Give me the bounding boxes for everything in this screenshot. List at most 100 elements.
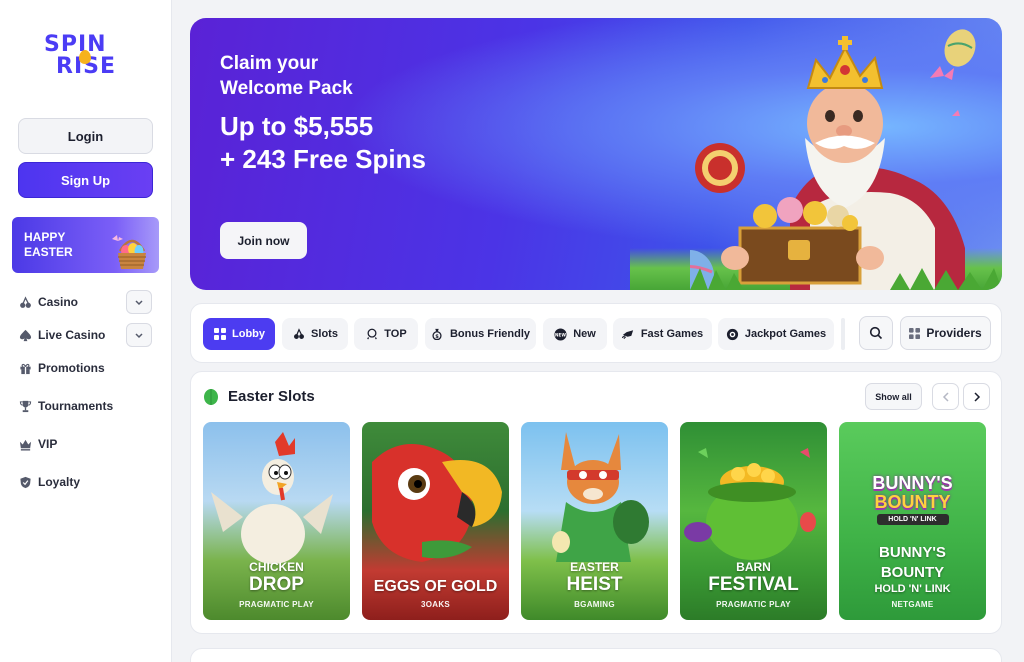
sidebar-item-casino[interactable]: Casino	[18, 291, 78, 313]
egg-icon	[79, 50, 91, 64]
tab-label: TOP	[384, 328, 407, 340]
search-icon	[869, 326, 883, 340]
cherries-icon	[18, 295, 32, 309]
game-title-top: EASTER	[570, 560, 619, 574]
live-casino-expand-button[interactable]	[126, 323, 152, 347]
chevron-down-icon	[135, 333, 143, 339]
crown-icon	[18, 437, 32, 451]
welcome-pack-hero[interactable]: Claim your Welcome Pack Up to $5,555 + 2…	[190, 18, 1002, 290]
tab-lobby[interactable]: Lobby	[203, 318, 275, 350]
spinrise-logo[interactable]: SPIN RISE	[44, 34, 128, 82]
chevron-right-icon	[973, 391, 980, 402]
sidebar-item-label: VIP	[38, 437, 58, 451]
easter-slots-section: Easter Slots Show all CHICKEN DROP PRAGM…	[190, 371, 1002, 634]
cherries-icon	[292, 328, 305, 341]
sidebar-item-tournaments[interactable]: Tournaments	[18, 395, 113, 417]
moneybag-icon: $	[431, 328, 444, 341]
game-provider: BGAMING	[574, 600, 615, 609]
tab-label: Lobby	[232, 328, 265, 340]
game-title-top: CHICKEN	[249, 560, 304, 574]
grid-icon	[909, 327, 921, 339]
chevron-down-icon	[135, 300, 143, 306]
tab-slots[interactable]: Slots	[282, 318, 348, 350]
game-title-top: BUNNY'S	[879, 544, 946, 561]
game-title: EGGS OF GOLD	[373, 578, 498, 595]
easter-basket-icon	[112, 235, 146, 269]
hero-claim-line2: Welcome Pack	[220, 78, 353, 99]
next-section-edge	[190, 648, 1002, 662]
tabs-overflow-edge	[841, 318, 845, 350]
happy-easter-banner[interactable]: HAPPY EASTER	[12, 217, 159, 273]
game-title: HEIST	[566, 574, 623, 595]
chevron-left-icon	[942, 391, 949, 402]
game-title: FESTIVAL	[708, 574, 799, 595]
login-button[interactable]: Login	[18, 118, 153, 154]
signup-button[interactable]: Sign Up	[18, 162, 153, 198]
show-all-button[interactable]: Show all	[865, 383, 922, 410]
providers-button[interactable]: Providers	[900, 316, 991, 350]
easter-banner-line2: EASTER	[24, 245, 73, 259]
sidebar-item-label: Loyalty	[38, 475, 81, 489]
sidebar-item-label: Tournaments	[38, 399, 114, 413]
tab-jackpot-games[interactable]: Jackpot Games	[718, 318, 834, 350]
king-mascot-illustration	[690, 29, 1002, 290]
new-badge-icon: NEW	[554, 327, 567, 341]
gift-icon	[18, 361, 32, 375]
section-title: Easter Slots	[228, 387, 315, 405]
hero-claim-line1: Claim your	[220, 53, 319, 74]
tab-new[interactable]: NEW New	[543, 318, 607, 350]
shield-icon	[18, 475, 32, 489]
easter-egg-icon	[204, 389, 218, 405]
game-provider: 3OAKS	[420, 600, 451, 609]
tab-label: Slots	[311, 328, 338, 340]
sidebar-item-live-casino[interactable]: Live Casino	[18, 324, 105, 346]
sidebar-item-vip[interactable]: VIP	[18, 433, 57, 455]
game-card-eggs-of-gold[interactable]: EGGS OF GOLD 3OAKS	[362, 422, 509, 620]
search-button[interactable]	[859, 316, 893, 350]
sidebar: SPIN RISE Login Sign Up HAPPY EASTER Cas…	[0, 0, 172, 662]
game-title-top: BARN	[736, 560, 771, 574]
game-card-chicken-drop[interactable]: CHICKEN DROP PRAGMATIC PLAY	[203, 422, 350, 620]
sidebar-item-label: Promotions	[38, 361, 105, 375]
tab-fast-games[interactable]: Fast Games	[613, 318, 712, 350]
next-button[interactable]	[963, 383, 990, 410]
game-card-barn-festival[interactable]: BARN FESTIVAL PRAGMATIC PLAY	[680, 422, 827, 620]
tab-bonus-friendly[interactable]: $ Bonus Friendly	[425, 318, 536, 350]
hero-claim-text: Claim your Welcome Pack	[220, 51, 420, 101]
sidebar-item-loyalty[interactable]: Loyalty	[18, 471, 80, 493]
tab-label: New	[573, 328, 596, 340]
rocket-icon	[621, 328, 635, 341]
sidebar-item-label: Casino	[38, 295, 79, 309]
game-card-easter-heist[interactable]: EASTER HEIST BGAMING	[521, 422, 668, 620]
sidebar-item-label: Live Casino	[38, 328, 106, 342]
tab-label: Jackpot Games	[744, 328, 827, 340]
svg-text:NEW: NEW	[555, 332, 566, 337]
prev-button[interactable]	[932, 383, 959, 410]
hero-amount-text: Up to $5,555 + 243 Free Spins	[220, 110, 520, 176]
game-title: BOUNTY	[880, 564, 945, 581]
bunny-logo-line2: BOUNTY	[874, 492, 951, 512]
hero-amount-line2: + 243 Free Spins	[220, 144, 426, 174]
crown-icon	[365, 328, 378, 341]
bunnys-bounty-logo: BUNNY'S BOUNTY HOLD 'N' LINK	[849, 474, 976, 532]
game-card-bunnys-bounty[interactable]: BUNNY'S BOUNTY HOLD 'N' LINK BUNNY'S BOU…	[839, 422, 986, 620]
game-subtitle: HOLD 'N' LINK	[874, 583, 951, 595]
grid-icon	[213, 328, 226, 341]
game-provider: PRAGMATIC PLAY	[716, 600, 791, 609]
category-bar: Lobby Slots TOP $ Bonus Friendly NEW New…	[190, 303, 1002, 363]
providers-label: Providers	[926, 326, 982, 340]
tab-top[interactable]: TOP	[354, 318, 418, 350]
casino-expand-button[interactable]	[126, 290, 152, 314]
easter-banner-line1: HAPPY	[24, 230, 66, 244]
bunny-logo-line3: HOLD 'N' LINK	[876, 514, 949, 525]
game-title: DROP	[249, 574, 304, 595]
tab-label: Bonus Friendly	[449, 328, 531, 340]
easter-banner-text: HAPPY EASTER	[24, 230, 73, 260]
svg-text:$: $	[436, 334, 440, 340]
spade-icon	[18, 328, 32, 342]
sidebar-item-promotions[interactable]: Promotions	[18, 357, 105, 379]
game-provider: NETGAME	[891, 600, 934, 609]
jackpot-icon	[726, 328, 739, 341]
bunny-logo-line1: BUNNY'S	[872, 473, 953, 493]
join-now-button[interactable]: Join now	[220, 222, 307, 259]
